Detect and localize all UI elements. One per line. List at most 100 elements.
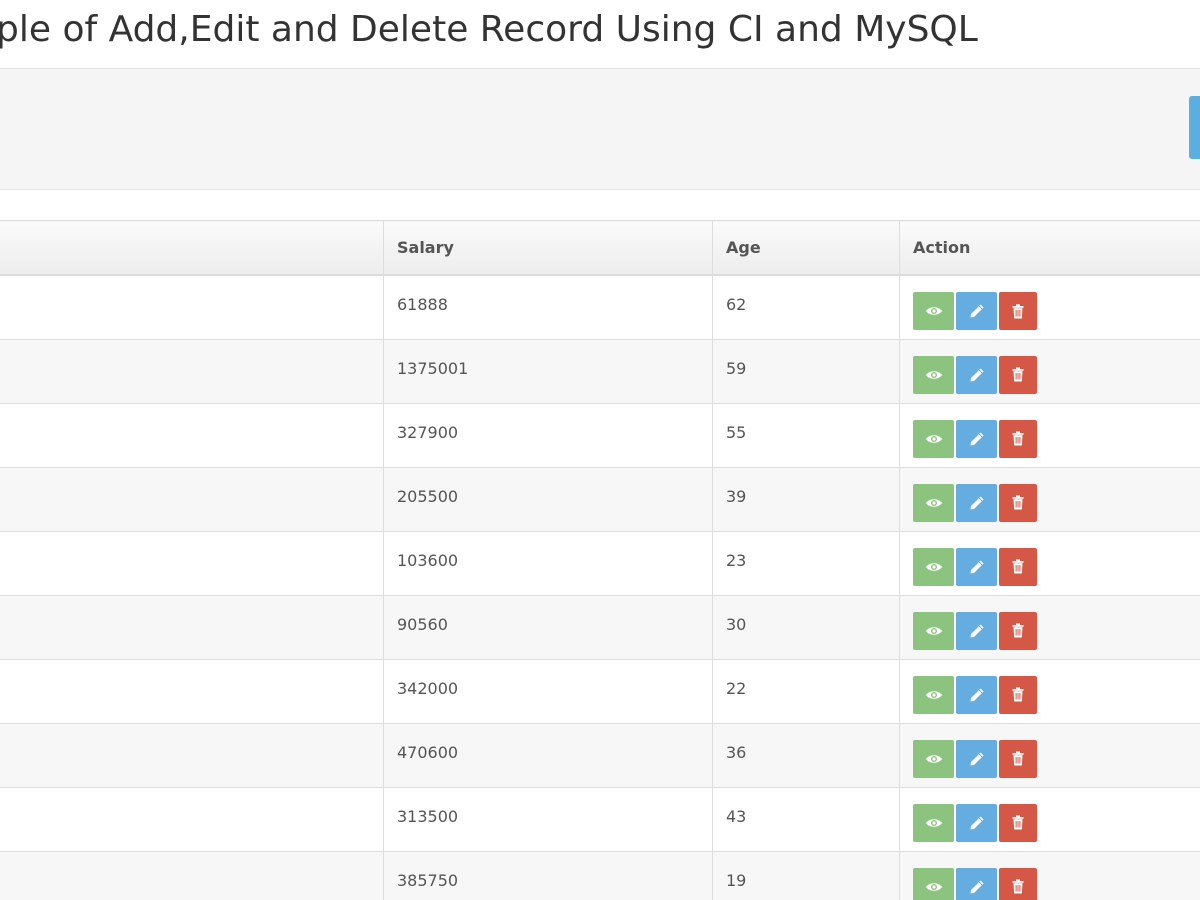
delete-button[interactable] <box>999 675 1037 714</box>
name-cell <box>0 274 384 340</box>
age-value: 55 <box>726 422 747 442</box>
view-button[interactable] <box>913 419 954 458</box>
edit-button[interactable] <box>956 675 997 714</box>
delete-button[interactable] <box>999 419 1037 458</box>
delete-button[interactable] <box>999 611 1037 650</box>
action-cell <box>899 338 1200 404</box>
trash-icon <box>1012 495 1024 510</box>
edit-button[interactable] <box>956 419 997 458</box>
action-button-group <box>913 292 1037 330</box>
view-button[interactable] <box>913 483 954 522</box>
edit-button[interactable] <box>956 611 997 650</box>
table-row: 342000 22 <box>0 658 1200 724</box>
name-cell <box>0 466 384 532</box>
name-cell <box>0 530 384 596</box>
trash-icon <box>1012 623 1024 638</box>
salary-value: 1375001 <box>397 358 469 378</box>
pencil-icon <box>969 431 985 447</box>
view-button[interactable] <box>913 292 954 330</box>
salary-value: 342000 <box>397 678 459 698</box>
delete-button[interactable] <box>999 355 1037 394</box>
salary-value: 103600 <box>397 550 459 570</box>
age-cell: 30 <box>712 594 900 660</box>
age-value: 19 <box>726 870 747 890</box>
salary-value: 470600 <box>397 742 459 762</box>
action-cell <box>899 466 1200 532</box>
name-cell <box>0 402 384 468</box>
column-header-action: Action <box>899 220 1200 276</box>
age-value: 59 <box>726 358 747 378</box>
salary-value: 61888 <box>397 295 448 314</box>
age-cell: 22 <box>712 658 900 724</box>
view-button[interactable] <box>913 803 954 842</box>
age-value: 39 <box>726 486 747 506</box>
table-row: 385750 19 <box>0 850 1200 900</box>
view-button[interactable] <box>913 611 954 650</box>
salary-cell: 61888 <box>383 274 713 340</box>
action-cell <box>899 786 1200 852</box>
trash-icon <box>1012 879 1024 894</box>
action-button-group <box>913 483 1037 522</box>
delete-button[interactable] <box>999 867 1037 900</box>
age-value: 62 <box>726 295 747 314</box>
action-button-group <box>913 355 1037 394</box>
edit-button[interactable] <box>956 803 997 842</box>
delete-button[interactable] <box>999 292 1037 330</box>
trash-icon <box>1012 431 1024 446</box>
edit-button[interactable] <box>956 292 997 330</box>
eye-icon <box>925 689 943 701</box>
salary-cell: 103600 <box>383 530 713 596</box>
edit-button[interactable] <box>956 483 997 522</box>
action-button-group <box>913 675 1037 714</box>
page-title: ple of Add,Edit and Delete Record Using … <box>0 9 978 50</box>
page: ple of Add,Edit and Delete Record Using … <box>0 0 1200 900</box>
name-cell <box>0 594 384 660</box>
age-value: 23 <box>726 550 747 570</box>
column-header-name[interactable] <box>0 220 384 276</box>
delete-button[interactable] <box>999 483 1037 522</box>
column-header-age[interactable]: Age <box>712 220 900 276</box>
action-button-group <box>913 867 1037 900</box>
action-cell <box>899 530 1200 596</box>
delete-button[interactable] <box>999 547 1037 586</box>
eye-icon <box>925 369 943 381</box>
age-cell: 23 <box>712 530 900 596</box>
table-row: 470600 36 <box>0 722 1200 788</box>
salary-cell: 90560 <box>383 594 713 660</box>
salary-value: 327900 <box>397 422 459 442</box>
name-cell <box>0 786 384 852</box>
view-button[interactable] <box>913 355 954 394</box>
add-record-button[interactable] <box>1189 96 1200 159</box>
salary-cell: 327900 <box>383 402 713 468</box>
age-cell: 62 <box>712 274 900 340</box>
view-button[interactable] <box>913 675 954 714</box>
pencil-icon <box>969 751 985 767</box>
panel-heading <box>0 68 1200 190</box>
table-row: 1375001 59 <box>0 338 1200 404</box>
age-cell: 59 <box>712 338 900 404</box>
delete-button[interactable] <box>999 803 1037 842</box>
eye-icon <box>925 433 943 445</box>
view-button[interactable] <box>913 739 954 778</box>
edit-button[interactable] <box>956 867 997 900</box>
edit-button[interactable] <box>956 547 997 586</box>
delete-button[interactable] <box>999 739 1037 778</box>
eye-icon <box>925 305 943 317</box>
view-button[interactable] <box>913 867 954 900</box>
pencil-icon <box>969 879 985 895</box>
table-row: 327900 55 <box>0 402 1200 468</box>
salary-cell: 1375001 <box>383 338 713 404</box>
action-cell <box>899 722 1200 788</box>
action-cell <box>899 402 1200 468</box>
salary-cell: 342000 <box>383 658 713 724</box>
table-body: 61888 62 1375001 59 327900 55 205500 39 … <box>0 274 1200 900</box>
edit-button[interactable] <box>956 739 997 778</box>
trash-icon <box>1012 303 1024 319</box>
eye-icon <box>925 625 943 637</box>
eye-icon <box>925 753 943 765</box>
column-header-salary[interactable]: Salary <box>383 220 713 276</box>
edit-button[interactable] <box>956 355 997 394</box>
trash-icon <box>1012 367 1024 382</box>
pencil-icon <box>969 623 985 639</box>
view-button[interactable] <box>913 547 954 586</box>
